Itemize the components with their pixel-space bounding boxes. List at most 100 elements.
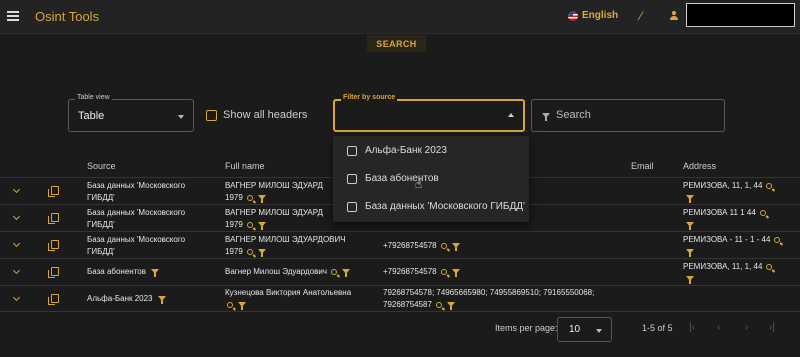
source-option-subscribers[interactable]: База абонентов [347, 173, 439, 184]
search-icon[interactable] [440, 242, 447, 249]
address-cell: РЕМИЗОВА, 11, 1, 44 [683, 180, 773, 204]
name-text-cont: 1979 [225, 247, 243, 256]
filter-icon[interactable] [151, 269, 159, 278]
previous-page-icon[interactable]: ‹ [717, 322, 720, 333]
expand-row-icon[interactable] [12, 212, 21, 221]
last-page-icon[interactable]: ›| [769, 322, 775, 333]
user-name-box[interactable] [686, 3, 795, 27]
source-cell: База данных 'Московского ГИБДД' [87, 180, 185, 204]
search-icon[interactable] [246, 248, 253, 255]
filter-icon[interactable] [257, 249, 266, 258]
search-icon[interactable] [227, 301, 233, 308]
name-text: ВАГНЕР МИЛОШ ЭДУАРД [225, 208, 323, 217]
language-selector[interactable]: English [568, 10, 618, 21]
search-icon[interactable] [766, 263, 773, 270]
copy-icon[interactable] [48, 267, 59, 278]
next-page-icon[interactable]: › [745, 322, 748, 333]
filter-icon[interactable] [257, 195, 266, 204]
expand-row-icon[interactable] [12, 185, 21, 194]
full-name-cell: ВАГНЕР МИЛОШ ЭДУАРД 1979 [225, 180, 323, 204]
expand-row-icon[interactable] [12, 266, 21, 275]
items-per-page-value: 10 [569, 324, 581, 335]
option-label: Альфа-Банк 2023 [365, 145, 447, 156]
copy-icon[interactable] [48, 240, 59, 251]
phone-text: +79268754578 [383, 241, 437, 250]
search-icon[interactable] [440, 268, 447, 275]
filter-icon[interactable] [686, 195, 694, 204]
checkbox-icon[interactable] [347, 145, 357, 156]
copy-icon[interactable] [48, 213, 59, 224]
option-label: База абонентов [365, 173, 439, 184]
source-cell: База данных 'Московского ГИБДД' [87, 207, 185, 231]
first-page-icon[interactable]: |‹ [689, 322, 695, 333]
search-icon[interactable] [246, 194, 253, 201]
top-bar: Osint Tools English ⁄ [0, 0, 800, 34]
name-text: Кузнецова Виктория Анатольевна [225, 288, 352, 297]
source-option-alfa-bank[interactable]: Альфа-Банк 2023 [347, 145, 447, 156]
address-text: РЕМИЗОВА, 11, 1, 44 [683, 262, 763, 271]
filter-icon[interactable] [446, 302, 455, 311]
chevron-down-icon [178, 115, 184, 119]
source-cell: База данных 'Московского ГИБДД' [87, 234, 185, 258]
filter-icon[interactable] [451, 269, 460, 278]
expand-row-icon[interactable] [12, 293, 21, 302]
copy-icon[interactable] [48, 186, 59, 197]
app-title: Osint Tools [35, 9, 100, 24]
search-icon[interactable] [331, 268, 338, 275]
copy-icon[interactable] [48, 294, 59, 305]
source-cell: Альфа-Банк 2023 [87, 293, 166, 305]
checkbox-icon[interactable] [347, 173, 357, 184]
table-view-select[interactable]: Table view Table [68, 94, 194, 132]
column-header-source[interactable]: Source [87, 161, 116, 171]
filter-icon[interactable] [157, 296, 166, 305]
address-text: РЕМИЗОВА - 11 - 1 - 44 [683, 235, 771, 244]
filter-icon[interactable] [342, 269, 351, 278]
us-flag-icon [568, 10, 578, 21]
column-header-address[interactable]: Address [683, 161, 716, 171]
column-header-full-name[interactable]: Full name [225, 161, 265, 171]
address-cell: РЕМИЗОВА - 11 - 1 - 44 [683, 234, 781, 258]
search-placeholder: Search [556, 109, 591, 121]
name-text-cont: 1979 [225, 220, 243, 229]
phone-text: 79268754578; 74965665980; 74955869510; 7… [383, 288, 595, 297]
filter-icon[interactable] [686, 222, 694, 231]
search-icon[interactable] [435, 301, 442, 308]
filter-by-source-select[interactable]: Filter by source [333, 94, 525, 132]
search-icon[interactable] [759, 209, 766, 216]
items-per-page-select[interactable]: 10 [557, 317, 612, 342]
menu-icon[interactable] [7, 11, 19, 21]
table-row: Альфа-Банк 2023 Кузнецова Виктория Анато… [0, 285, 800, 312]
full-name-cell: Кузнецова Виктория Анатольевна [225, 287, 351, 311]
full-name-cell: Вагнер Милош Эдуардович [225, 266, 351, 278]
filter-icon [542, 113, 550, 121]
user-icon[interactable] [669, 10, 679, 22]
filter-icon[interactable] [686, 276, 694, 285]
address-cell: РЕМИЗОВА, 11, 1, 44 [683, 261, 773, 285]
table-row: База абонентов Вагнер Милош Эдуардович +… [0, 258, 800, 285]
show-all-headers-checkbox[interactable]: Show all headers [206, 109, 307, 121]
table-view-label: Table view [75, 94, 112, 101]
search-icon[interactable] [774, 236, 781, 243]
source-text: База данных 'Московского [87, 208, 186, 217]
source-option-moscow-gibdd[interactable]: База данных 'Московского ГИБДД' [347, 201, 525, 212]
expand-row-icon[interactable] [12, 239, 21, 248]
phone-text: +79268754578 [383, 267, 437, 276]
column-header-email[interactable]: Email [631, 161, 654, 171]
source-text-cont: ГИБДД' [87, 193, 115, 202]
search-field[interactable]: Search [531, 99, 725, 132]
search-icon[interactable] [246, 221, 253, 228]
source-dropdown: Альфа-Банк 2023 База абонентов База данн… [333, 136, 529, 222]
source-text-cont: ГИБДД' [87, 220, 115, 229]
phone-cell: 79268754578; 74965665980; 74955869510; 7… [383, 287, 594, 311]
full-name-cell: ВАГНЕР МИЛОШ ЭДУАРД 1979 [225, 207, 323, 231]
filter-icon[interactable] [686, 249, 694, 258]
search-button[interactable]: SEARCH [367, 35, 426, 52]
phone-cell: +79268754578 [383, 266, 460, 278]
checkbox-icon[interactable] [206, 109, 217, 121]
filter-icon[interactable] [257, 222, 266, 231]
search-icon[interactable] [766, 182, 773, 189]
filter-icon[interactable] [238, 302, 246, 311]
checkbox-icon[interactable] [347, 201, 357, 212]
magic-wand-icon[interactable]: ⁄ [640, 9, 642, 23]
filter-icon[interactable] [451, 243, 460, 252]
